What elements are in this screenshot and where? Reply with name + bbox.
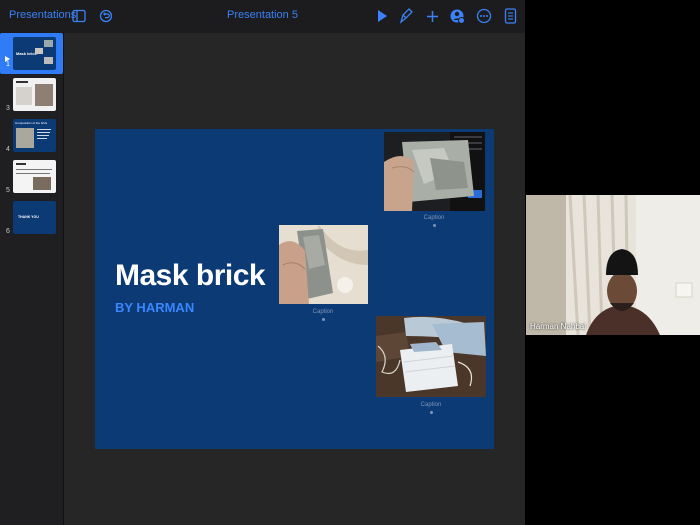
play-icon[interactable] xyxy=(373,7,391,25)
slide-number: 3 xyxy=(6,105,10,112)
caption-1[interactable]: Caption xyxy=(404,215,464,221)
participant-video-feed xyxy=(526,195,700,335)
thumb-image xyxy=(13,160,56,193)
current-slide[interactable]: Mask brick BY HARMAN Caption Caption Cap… xyxy=(95,129,494,449)
collaborate-icon[interactable] xyxy=(448,7,466,25)
participant-name: Harman Nahbal xyxy=(530,322,587,331)
thumb-image: THANK YOU xyxy=(13,201,56,234)
masks-photo[interactable] xyxy=(376,316,486,397)
thumb-label: Composition of the brick xyxy=(15,121,48,125)
slide-number: 4 xyxy=(6,146,10,153)
caption-dot-icon xyxy=(322,318,325,321)
presentations-back-link[interactable]: Presentations xyxy=(9,9,76,21)
thumb-image: Mask brick xyxy=(13,37,56,70)
thumb-image: Composition of the brick xyxy=(13,119,56,152)
document-icon[interactable] xyxy=(501,7,519,25)
slide-number: 6 xyxy=(6,228,10,235)
add-icon[interactable] xyxy=(423,7,441,25)
slide-title[interactable]: Mask brick xyxy=(115,259,266,293)
caption-dot-icon xyxy=(433,224,436,227)
sidebar-toggle-icon[interactable] xyxy=(70,7,88,25)
brick-photo-1[interactable] xyxy=(384,132,485,211)
slide-number: 5 xyxy=(6,187,10,194)
brick-photo-2[interactable] xyxy=(279,225,368,304)
more-icon[interactable] xyxy=(475,7,493,25)
thumb-image xyxy=(13,78,56,111)
caption-3[interactable]: Caption xyxy=(401,402,461,408)
thumb-label: Mask brick xyxy=(16,51,37,56)
slide-navigator: 1 Mask brick 3 4 Composition of the bric… xyxy=(0,33,64,525)
slide-subtitle[interactable]: BY HARMAN xyxy=(115,300,194,315)
toolbar: Presentations Presentation 5 xyxy=(0,0,525,33)
caption-dot-icon xyxy=(430,411,433,414)
video-call-tile[interactable]: Harman Nahbal xyxy=(526,195,700,335)
caption-2[interactable]: Caption xyxy=(293,309,353,315)
format-brush-icon[interactable] xyxy=(398,7,416,25)
slide-number: 1 xyxy=(6,61,10,68)
undo-icon[interactable] xyxy=(97,7,115,25)
thumb-label: THANK YOU xyxy=(18,215,39,219)
